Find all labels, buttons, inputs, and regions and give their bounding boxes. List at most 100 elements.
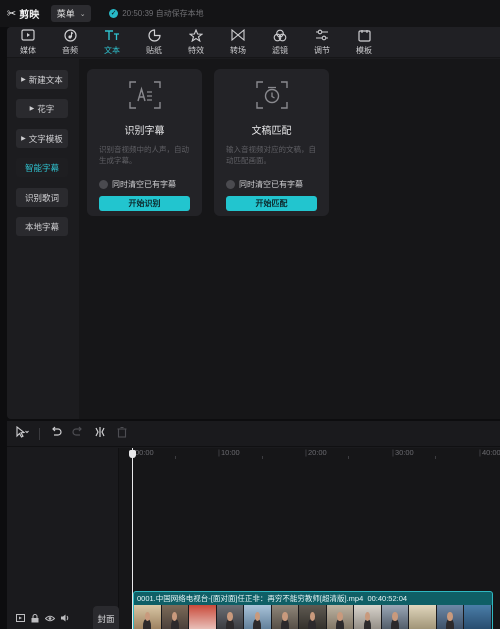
thumbnail-frame <box>326 605 355 629</box>
tab-label: 模板 <box>356 45 372 55</box>
tab-label: 调节 <box>314 45 330 55</box>
save-status: ✓ 20:50:39 自动保存本地 <box>109 8 204 19</box>
ruler-tick: 20:00 <box>305 448 327 457</box>
option-label: 同时清空已有字幕 <box>239 180 303 189</box>
tab-effects[interactable]: 特效 <box>175 27 217 57</box>
ruler-tick: 10:00 <box>218 448 240 457</box>
timeline-area[interactable]: 00:00 10:00 20:00 30:00 40:00 0001.中国网络电… <box>119 448 500 629</box>
clip-thumbnails <box>134 605 492 629</box>
text-sidebar: ▶ 新建文本 ▶ 花字 ▶ 文字模板 智能字幕 识别歌词 本地字幕 <box>7 59 77 419</box>
tab-text[interactable]: 文本 <box>91 27 133 57</box>
tab-label: 贴纸 <box>146 45 162 55</box>
menu-label: 菜单 <box>56 9 75 19</box>
thumbnail-frame <box>464 605 492 629</box>
face-thumbnail <box>144 612 150 621</box>
sidebar-item-fancy-text[interactable]: ▶ 花字 <box>16 99 68 118</box>
option-label: 同时清空已有字幕 <box>112 180 176 189</box>
video-clip[interactable]: 0001.中国网络电视台-[面对面]任正非：再穷不能穷教师[超清版].mp4 0… <box>133 591 493 629</box>
face-thumbnail <box>227 612 233 621</box>
eye-icon[interactable] <box>45 613 55 623</box>
playhead[interactable] <box>129 448 136 629</box>
ruler-minor-tick <box>435 456 436 459</box>
card-title: 识别字幕 <box>124 126 165 137</box>
tab-sticker[interactable]: 贴纸 <box>133 27 175 57</box>
divider <box>39 427 40 440</box>
card-title: 文稿匹配 <box>251 126 292 137</box>
sticker-icon <box>147 28 161 43</box>
sidebar-item-local-subtitle[interactable]: 本地字幕 <box>16 217 68 236</box>
thumbnail-frame <box>409 605 437 629</box>
select-cursor-icon[interactable] <box>15 425 29 441</box>
sidebar-item-text-template[interactable]: ▶ 文字模板 <box>16 129 68 148</box>
thumbnail-frame-logo <box>189 605 217 629</box>
sidebar-item-label: 花字 <box>37 103 55 114</box>
redo-icon[interactable] <box>72 426 84 441</box>
ruler-tick: 40:00 <box>479 448 500 457</box>
thumbnail-frame <box>381 605 410 629</box>
ruler-tick: 30:00 <box>392 448 414 457</box>
tab-label: 特效 <box>188 45 204 55</box>
caret-right-icon: ▶ <box>29 106 35 112</box>
face-thumbnail <box>337 612 343 621</box>
tab-label: 媒体 <box>20 45 36 55</box>
clear-existing-option[interactable]: 同时清空已有字幕 <box>99 179 176 190</box>
sidebar-item-smart-subtitle[interactable]: 智能字幕 <box>16 158 68 177</box>
lock-icon[interactable] <box>30 613 40 623</box>
ruler-minor-tick <box>262 456 263 459</box>
capcut-logo-icon: ✂ <box>7 8 17 20</box>
app-name: 剪映 <box>19 10 40 21</box>
ruler-minor-tick <box>348 456 349 459</box>
radio-button[interactable] <box>99 180 108 189</box>
radio-button[interactable] <box>226 180 235 189</box>
thumbnail-frame <box>134 605 162 629</box>
script-match-icon <box>214 79 329 115</box>
tab-adjust[interactable]: 调节 <box>301 27 343 57</box>
tab-transition[interactable]: 转场 <box>217 27 259 57</box>
audio-icon <box>63 28 77 43</box>
card-description: 输入音视频对应的文稿，自动匹配画面。 <box>226 145 316 165</box>
speaker-icon[interactable] <box>60 613 70 623</box>
tab-media[interactable]: 媒体 <box>7 27 49 57</box>
clear-existing-option[interactable]: 同时清空已有字幕 <box>226 179 303 190</box>
tab-template[interactable]: 模板 <box>343 27 385 57</box>
track-cover-toggle-icon[interactable] <box>15 613 25 623</box>
card-description: 识别音视频中的人声，自动生成字幕。 <box>99 145 189 165</box>
cover-button[interactable]: 封面 <box>93 606 119 629</box>
thumbnail-frame <box>436 605 465 629</box>
script-match-card: 文稿匹配 输入音视频对应的文稿，自动匹配画面。 同时清空已有字幕 开始匹配 <box>214 69 329 216</box>
sidebar-item-label: 新建文本 <box>28 74 63 85</box>
start-recognize-button[interactable]: 开始识别 <box>99 196 190 211</box>
face-thumbnail <box>392 612 398 621</box>
caret-right-icon: ▶ <box>21 136 26 142</box>
clip-duration: 00:40:52:04 <box>367 594 408 603</box>
ruler-minor-tick <box>175 456 176 459</box>
tab-audio[interactable]: 音频 <box>49 27 91 57</box>
sidebar-item-new-text[interactable]: ▶ 新建文本 <box>16 70 68 89</box>
thumbnail-frame <box>354 605 382 629</box>
menu-button[interactable]: 菜单 ⌄ <box>51 5 92 22</box>
undo-icon[interactable] <box>50 426 62 441</box>
media-icon <box>21 28 35 43</box>
title-bar: ✂ 剪映 菜单 ⌄ ✓ 20:50:39 自动保存本地 <box>0 0 500 27</box>
category-toolbar: 媒体 音频 文本 贴纸 特效 转场 滤镜 调节 模板 <box>7 27 500 58</box>
start-match-button[interactable]: 开始匹配 <box>226 196 317 211</box>
sidebar-item-label: 本地字幕 <box>24 221 59 232</box>
filter-icon <box>273 29 287 43</box>
delete-icon[interactable] <box>116 426 128 441</box>
tab-filter[interactable]: 滤镜 <box>259 27 301 57</box>
timeline-panel: 封面 00:00 10:00 20:00 30:00 40:00 0001.中国… <box>7 421 500 629</box>
sidebar-item-label: 文字模板 <box>28 133 63 144</box>
save-status-text: 20:50:39 自动保存本地 <box>122 9 204 18</box>
check-circle-icon: ✓ <box>109 9 119 18</box>
split-icon[interactable] <box>94 426 106 441</box>
recognize-subtitle-icon <box>87 79 202 115</box>
caret-right-icon: ▶ <box>21 77 26 83</box>
tab-label: 文本 <box>104 45 120 55</box>
clip-label: 0001.中国网络电视台-[面对面]任正非：再穷不能穷教师[超清版].mp4 0… <box>134 592 492 605</box>
app-logo: ✂ 剪映 <box>7 6 39 21</box>
tab-label: 转场 <box>230 45 246 55</box>
asset-panel: 媒体 音频 文本 贴纸 特效 转场 滤镜 调节 模板 ▶ 新建文本 ▶ 花字 ▶… <box>7 27 500 419</box>
sidebar-item-recognize-lyrics[interactable]: 识别歌词 <box>16 188 68 207</box>
chevron-down-icon: ⌄ <box>79 10 86 18</box>
tab-label: 滤镜 <box>272 45 288 55</box>
